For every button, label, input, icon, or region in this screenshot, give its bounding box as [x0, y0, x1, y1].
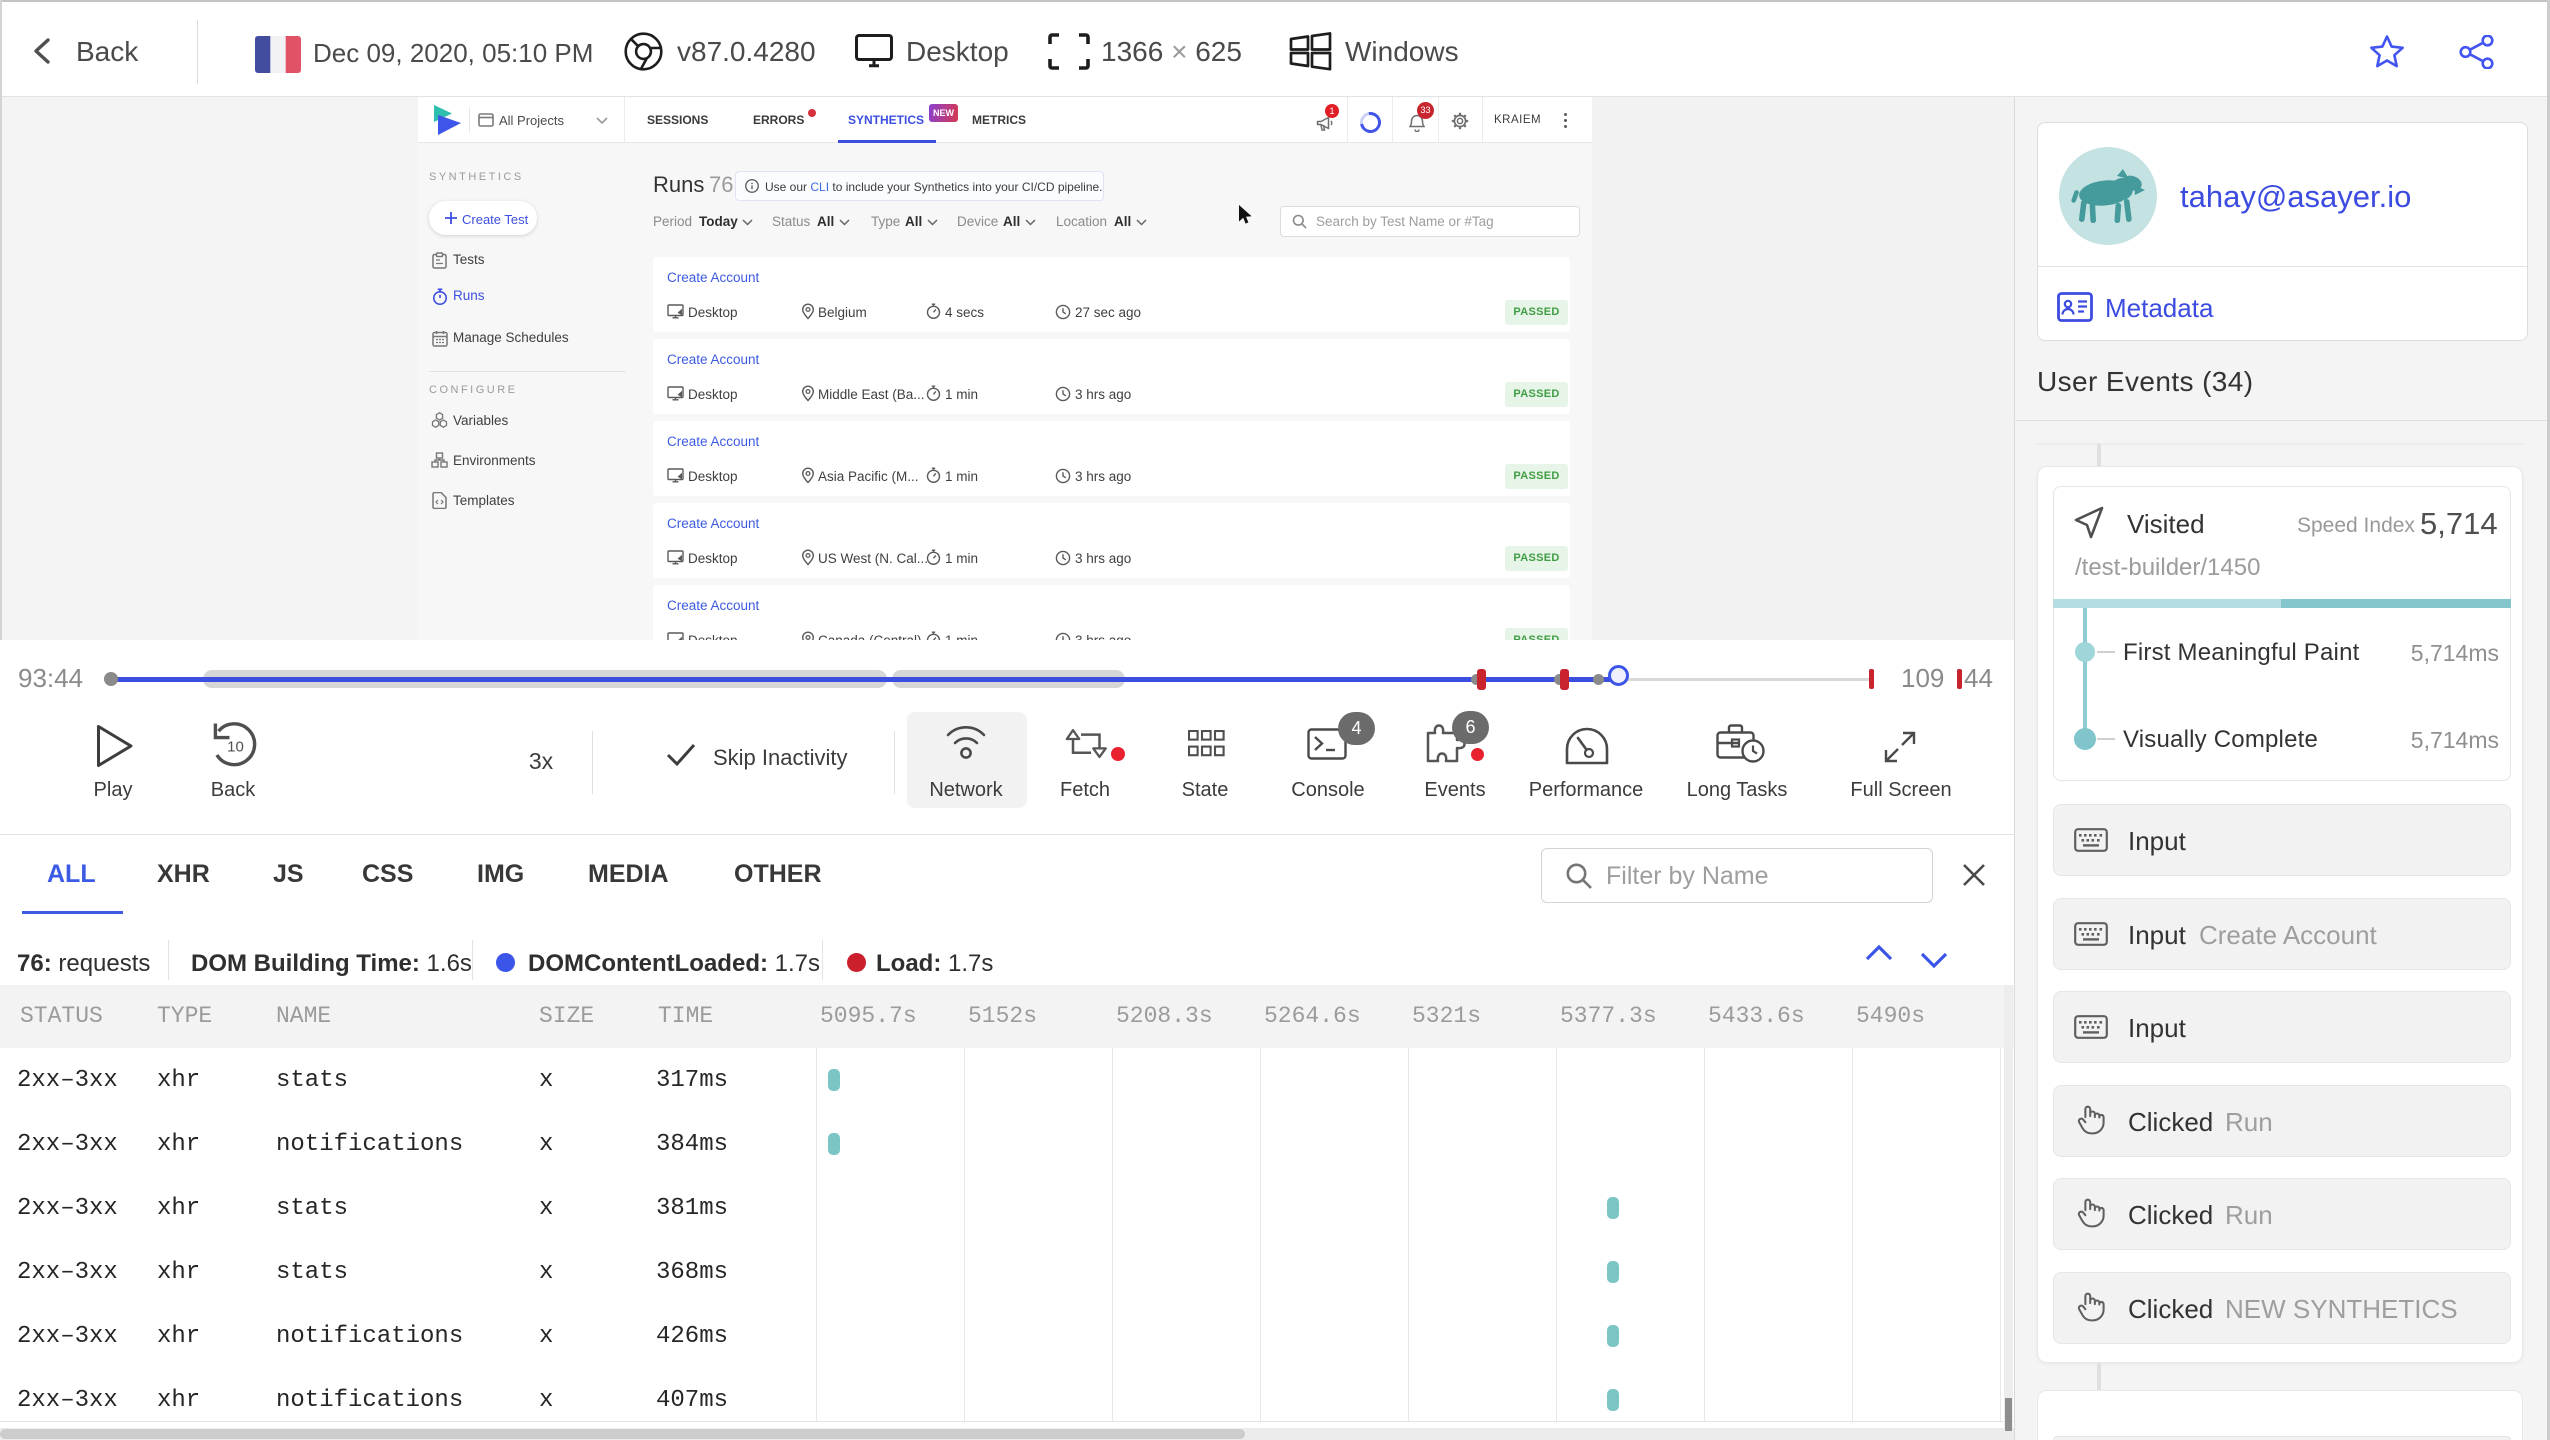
svg-text:10: 10 [227, 739, 244, 756]
